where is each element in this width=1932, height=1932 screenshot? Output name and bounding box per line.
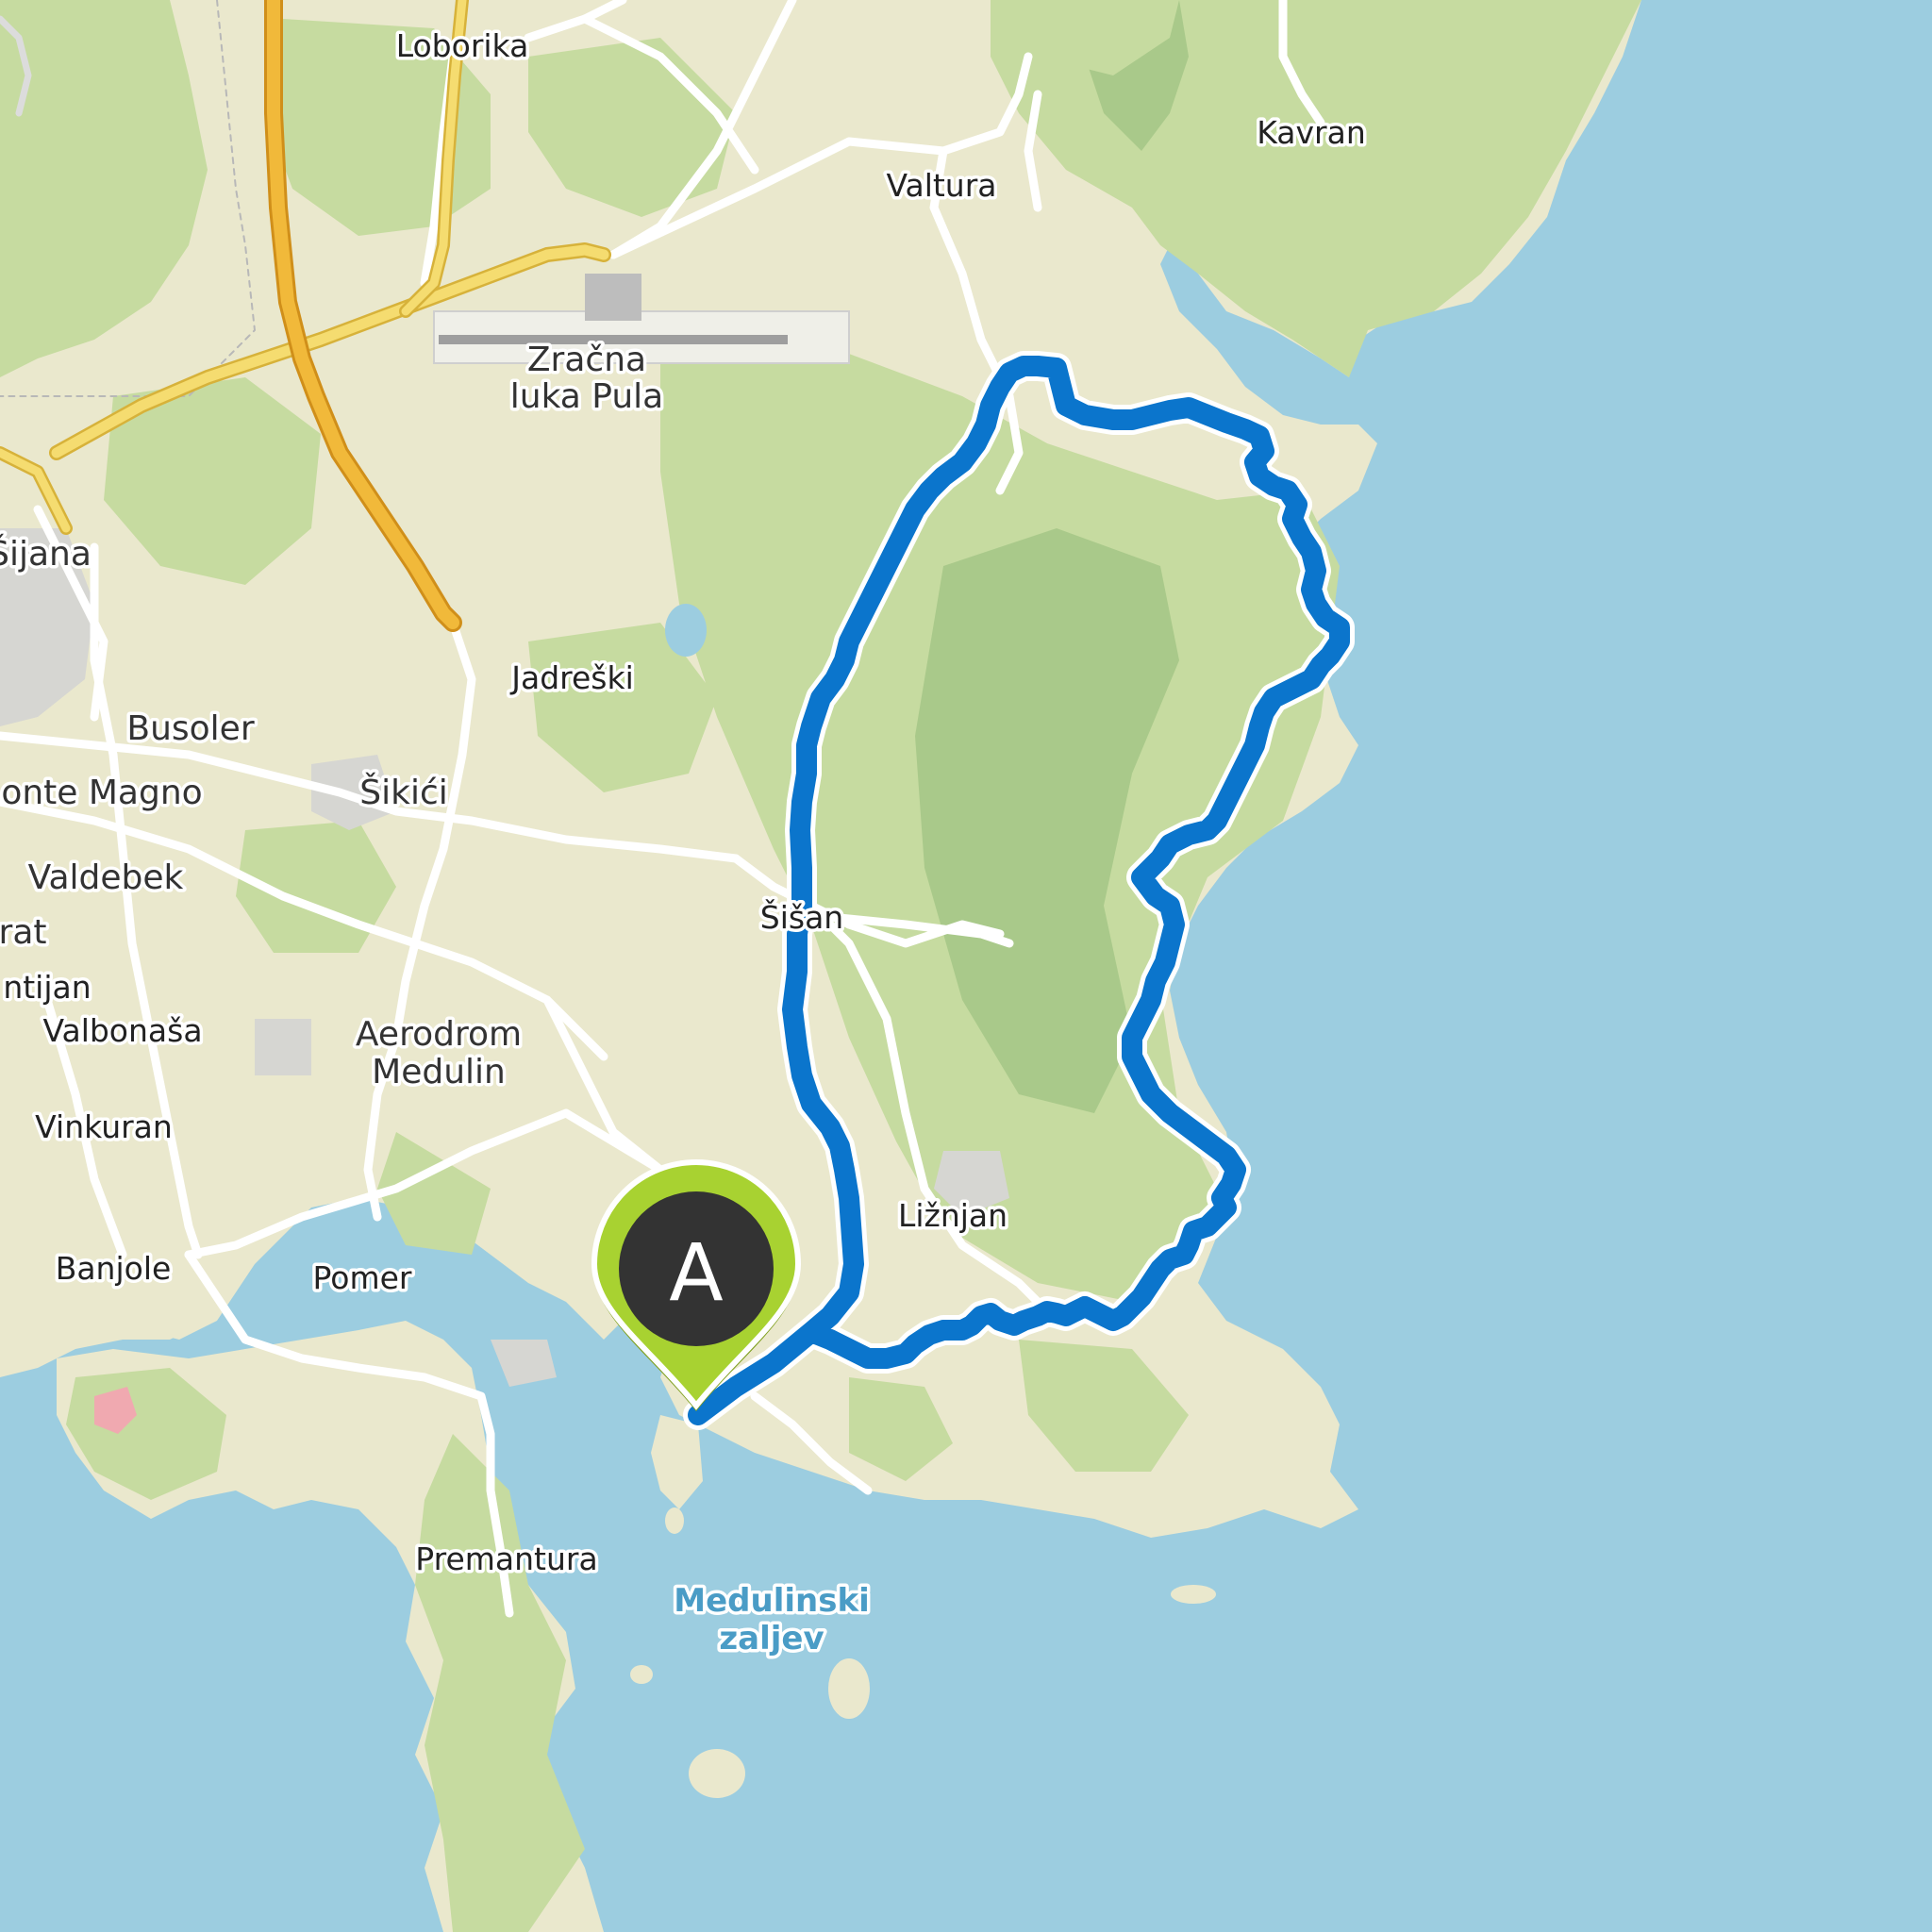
island (1171, 1585, 1216, 1604)
label-aerodrom: Aerodrom (356, 1015, 522, 1054)
label-luka-pula: luka Pula (510, 377, 664, 416)
island (689, 1749, 745, 1798)
label-zaljev: zaljev (719, 1620, 824, 1657)
label-loborika: Loborika (396, 27, 529, 64)
label-liznjan: Ližnjan (898, 1197, 1008, 1234)
label-sisan: Šišan (760, 898, 843, 936)
label-pomer: Pomer (313, 1259, 412, 1296)
label-sijana: Šijana (0, 534, 92, 574)
label-valtura: Valtura (886, 167, 996, 204)
pond (665, 604, 707, 657)
label-medulinski: Medulinski (674, 1582, 869, 1620)
label-medulin: Medulin (372, 1053, 506, 1091)
island (630, 1665, 653, 1684)
label-sikici: Šikići (359, 773, 448, 812)
label-zracna: Zračna (527, 341, 646, 379)
label-banjole: Banjole (56, 1250, 172, 1287)
island (828, 1658, 870, 1719)
label-valbonasa: Valbonaša (42, 1012, 202, 1049)
start-marker-letter: A (669, 1226, 723, 1319)
label-monte-magno: onte Magno (1, 774, 202, 812)
label-vinkuran: Vinkuran (35, 1108, 173, 1145)
label-kavran: Kavran (1257, 114, 1366, 151)
label-valdebek: Valdebek (28, 858, 184, 897)
label-ntijan: ntijan (3, 969, 91, 1006)
label-jadreski: Jadreški (509, 659, 634, 696)
label-rat: rat (0, 913, 46, 952)
island (665, 1507, 684, 1534)
map-canvas[interactable]: Loborika Kavran Valtura Zračna luka Pula… (0, 0, 1932, 1932)
label-premantura: Premantura (415, 1541, 597, 1577)
label-busoler: Busoler (126, 709, 254, 748)
